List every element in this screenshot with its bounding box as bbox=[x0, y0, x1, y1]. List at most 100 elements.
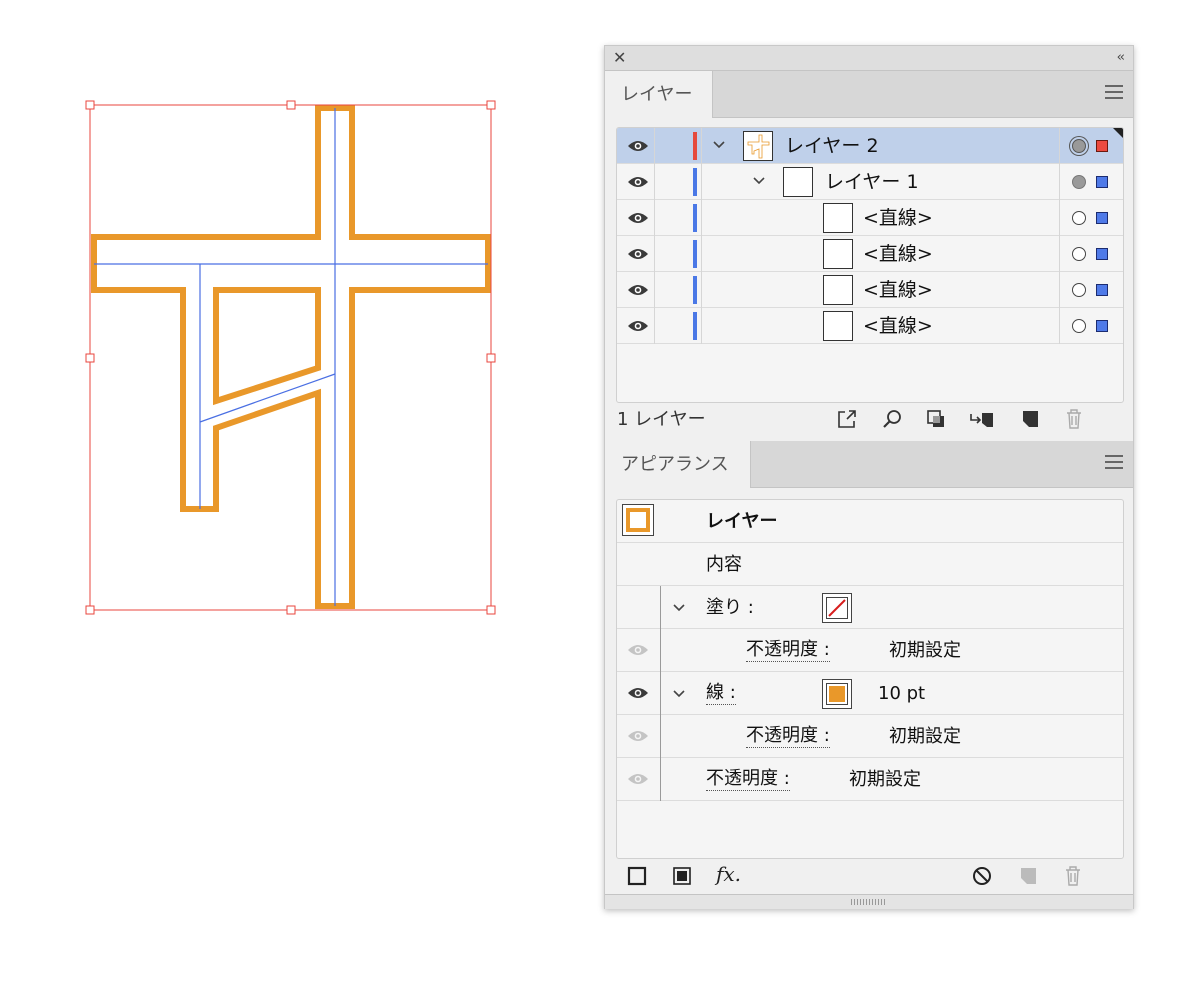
artboard[interactable] bbox=[0, 0, 600, 700]
visibility-eye-icon[interactable] bbox=[627, 247, 649, 261]
layer-name[interactable]: レイヤー 2 bbox=[785, 128, 879, 164]
fill-opacity-label[interactable]: 不透明度 : bbox=[746, 639, 830, 662]
layer-name[interactable]: <直線> bbox=[863, 308, 933, 344]
clipping-mask-icon[interactable] bbox=[925, 408, 947, 430]
layer-color-bar bbox=[693, 312, 697, 340]
layer-name[interactable]: <直線> bbox=[863, 236, 933, 272]
appearance-list[interactable]: レイヤー 内容 塗り : 不透明度 : 初期設定 線: 10 pt 不透明度 … bbox=[616, 499, 1124, 859]
visibility-eye-icon[interactable] bbox=[627, 283, 649, 297]
layer-name[interactable]: レイヤー 1 bbox=[825, 164, 919, 200]
selection-square-icon[interactable] bbox=[1096, 176, 1108, 188]
layer-thumbnail bbox=[823, 203, 853, 233]
stroke-opacity-row[interactable]: 不透明度 : 初期設定 bbox=[617, 715, 1123, 758]
layer-thumbnail bbox=[783, 167, 813, 197]
layer-color-bar bbox=[693, 276, 697, 304]
layer-color-bar bbox=[693, 168, 697, 196]
appearance-tab-bar: アピアランス bbox=[605, 441, 1133, 488]
stroke-row[interactable]: 線 : 10 pt bbox=[617, 672, 1123, 715]
fill-opacity-value: 初期設定 bbox=[889, 640, 961, 661]
stroke-opacity-label[interactable]: 不透明度 : bbox=[746, 725, 830, 748]
layer-color-bar bbox=[693, 204, 697, 232]
layers-list[interactable]: レイヤー 2 レイヤー 1 <直線> <直線> <直線> <直線> bbox=[616, 127, 1124, 403]
chevron-down-icon[interactable] bbox=[752, 174, 766, 188]
artwork-canvas[interactable] bbox=[0, 0, 600, 700]
target-indicator-icon[interactable] bbox=[1072, 283, 1086, 297]
move-to-layer-icon[interactable] bbox=[969, 408, 995, 430]
trash-icon[interactable] bbox=[1062, 865, 1084, 887]
chevron-down-icon[interactable] bbox=[712, 138, 726, 152]
opacity-label[interactable]: 不透明度 : bbox=[706, 768, 790, 791]
layer-count: 1 レイヤー bbox=[617, 409, 706, 430]
clear-appearance-icon[interactable] bbox=[972, 866, 992, 886]
current-layer-corner-icon bbox=[1113, 128, 1123, 138]
target-indicator-icon[interactable] bbox=[1072, 319, 1086, 333]
target-indicator-icon[interactable] bbox=[1072, 247, 1086, 261]
chevron-down-icon[interactable] bbox=[672, 601, 686, 615]
target-indicator-icon[interactable] bbox=[1072, 139, 1086, 153]
appearance-header-row[interactable]: レイヤー bbox=[617, 500, 1123, 543]
layers-appearance-panel: ✕ ‹‹ レイヤー レイヤー 2 レイヤー 1 <直線> <直線> <直線> <… bbox=[604, 45, 1134, 909]
opacity-row[interactable]: 不透明度 : 初期設定 bbox=[617, 758, 1123, 801]
layer-row-layer-1[interactable]: レイヤー 1 bbox=[617, 164, 1123, 200]
layer-color-bar bbox=[693, 240, 697, 268]
visibility-eye-icon[interactable] bbox=[627, 729, 649, 743]
panel-title-bar[interactable]: ✕ ‹‹ bbox=[605, 46, 1133, 71]
selection-square-icon[interactable] bbox=[1096, 140, 1108, 152]
collapse-icon[interactable]: ‹‹ bbox=[1117, 48, 1126, 68]
target-indicator-icon[interactable] bbox=[1072, 211, 1086, 225]
selection-square-icon[interactable] bbox=[1096, 320, 1108, 332]
stroke-weight[interactable]: 10 pt bbox=[878, 672, 925, 715]
bounding-box-handles[interactable] bbox=[85, 100, 496, 615]
layer-row-path[interactable]: <直線> bbox=[617, 308, 1123, 344]
search-icon[interactable] bbox=[881, 408, 903, 430]
visibility-eye-icon[interactable] bbox=[627, 175, 649, 189]
layer-row-path[interactable]: <直線> bbox=[617, 236, 1123, 272]
add-stroke-icon[interactable] bbox=[627, 866, 647, 886]
layers-tab-bar: レイヤー bbox=[605, 71, 1133, 118]
add-fill-icon[interactable] bbox=[672, 866, 692, 886]
stroke-color-swatch[interactable] bbox=[822, 679, 852, 709]
visibility-eye-icon[interactable] bbox=[627, 643, 649, 657]
fx-icon[interactable]: fx. bbox=[716, 862, 741, 886]
selection-square-icon[interactable] bbox=[1096, 212, 1108, 224]
fill-none-swatch-icon[interactable] bbox=[822, 593, 852, 623]
opacity-value: 初期設定 bbox=[849, 769, 921, 790]
visibility-eye-icon[interactable] bbox=[627, 139, 649, 153]
layer-color-bar bbox=[693, 132, 697, 160]
visibility-eye-icon[interactable] bbox=[627, 772, 649, 786]
layer-row-path[interactable]: <直線> bbox=[617, 272, 1123, 308]
orange-stroke-shape[interactable] bbox=[91, 105, 491, 609]
bounding-box[interactable] bbox=[89, 104, 492, 611]
new-layer-icon[interactable] bbox=[1019, 408, 1041, 430]
fill-row[interactable]: 塗り : bbox=[617, 586, 1123, 629]
stroke-fill-thumbnail bbox=[622, 504, 654, 536]
contents-row[interactable]: 内容 bbox=[617, 543, 1123, 586]
fill-opacity-row[interactable]: 不透明度 : 初期設定 bbox=[617, 629, 1123, 672]
panel-resize-grip[interactable] bbox=[605, 894, 1133, 909]
close-icon[interactable]: ✕ bbox=[613, 48, 626, 68]
contents-label[interactable]: 内容 bbox=[706, 543, 742, 586]
tab-layers[interactable]: レイヤー bbox=[605, 71, 713, 118]
visibility-eye-icon[interactable] bbox=[627, 686, 649, 700]
trash-icon[interactable] bbox=[1063, 408, 1085, 430]
layer-thumbnail bbox=[823, 239, 853, 269]
layer-row-path[interactable]: <直線> bbox=[617, 200, 1123, 236]
layers-menu-icon[interactable] bbox=[1105, 85, 1123, 99]
layer-name[interactable]: <直線> bbox=[863, 272, 933, 308]
export-icon[interactable] bbox=[836, 408, 858, 430]
tab-appearance[interactable]: アピアランス bbox=[605, 441, 751, 488]
selection-square-icon[interactable] bbox=[1096, 284, 1108, 296]
layer-name[interactable]: <直線> bbox=[863, 200, 933, 236]
selection-square-icon[interactable] bbox=[1096, 248, 1108, 260]
layer-thumbnail bbox=[823, 275, 853, 305]
appearance-menu-icon[interactable] bbox=[1105, 455, 1123, 469]
appearance-target-label: レイヤー bbox=[706, 511, 778, 532]
layer-row-layer-2[interactable]: レイヤー 2 bbox=[617, 128, 1123, 164]
visibility-eye-icon[interactable] bbox=[627, 319, 649, 333]
stroke-opacity-value: 初期設定 bbox=[889, 726, 961, 747]
stroke-label[interactable]: 線 : bbox=[706, 682, 736, 705]
visibility-eye-icon[interactable] bbox=[627, 211, 649, 225]
chevron-down-icon[interactable] bbox=[672, 687, 686, 701]
target-indicator-icon[interactable] bbox=[1072, 175, 1086, 189]
duplicate-item-icon[interactable] bbox=[1018, 866, 1038, 886]
